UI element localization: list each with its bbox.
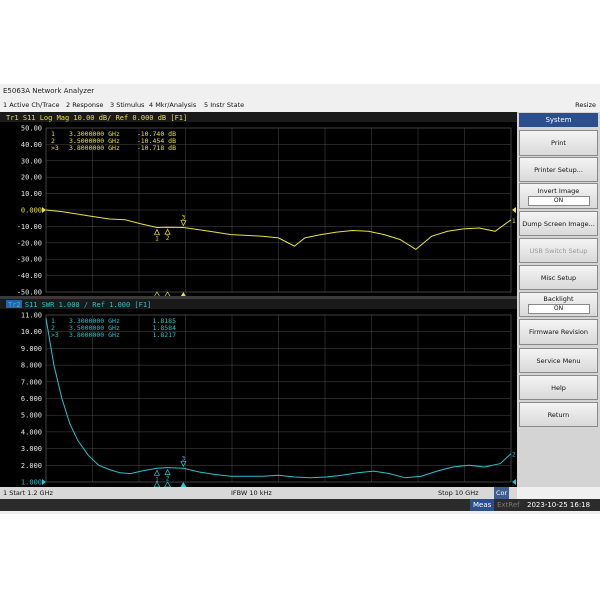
menu-response[interactable]: 2 Response [66,98,103,112]
softkey-label: Misc Setup [540,273,577,282]
menu-stimulus[interactable]: 3 Stimulus [110,98,144,112]
trace2-header: Tr2 S11 SWR 1.000 / Ref 1.000 [F1] [8,301,151,309]
softkey-invert-image[interactable]: Invert Image ON [519,183,598,209]
softkey-value: ON [527,304,590,314]
instrument-status-bar: Meas ExtRef 2023-10-25 16:18 [0,499,600,511]
trace1-y-tick-label: -30.00 [17,256,42,264]
trace1-y-tick-label: -40.00 [17,272,42,280]
trace1-y-tick-label: 30.00 [21,157,42,165]
ifbw-value[interactable]: IFBW 10 kHz [231,487,272,499]
menu-active-ch-trace[interactable]: 1 Active Ch/Trace [3,98,59,112]
softkey-help[interactable]: Help [519,375,598,400]
trace2-marker-row-label: >3 [51,331,59,339]
softkey-label: Dump Screen Image... [522,219,595,228]
pane-separator [0,296,517,299]
trace1-marker-row-freq: 3.8000000 GHz [69,144,120,152]
trace1-y-tick-label: 0.000 [21,207,42,215]
trace2-marker-1-icon[interactable] [153,469,161,476]
stop-frequency[interactable]: Stop 10 GHz [438,487,479,499]
trace1-y-tick-label: -20.00 [17,239,42,247]
trace1-marker-table: 1 3.3000000 GHz -10.740 dB2 3.5000000 GHz -1… [51,130,176,152]
softkey-label: Backlight [543,295,574,303]
softkey-label: Service Menu [536,356,581,365]
status-bar: 1 Start 1.2 GHz IFBW 10 kHz Stop 10 GHz … [0,487,517,499]
trace2-marker-row-freq: 3.8000000 GHz [69,331,120,339]
datetime: 2023-10-25 16:18 [527,501,591,509]
trace1-marker-2-icon[interactable] [164,228,171,235]
softkey-usb-switch-setup: USB Switch Setup [519,238,598,263]
softkey-printer-setup[interactable]: Printer Setup... [519,157,598,182]
trace1-marker-row-value: -10.718 dB [137,144,176,152]
softkey-value: ON [527,195,590,206]
meas-indicator: Meas [470,499,495,511]
menu-mkr-analysis[interactable]: 4 Mkr/Analysis [149,98,196,112]
softkey-return[interactable]: Return [519,402,598,427]
trace2-marker-table: 1 3.3000000 GHz 1.81852 3.5000000 GHz 1.8584… [51,317,176,339]
softkey-service-menu[interactable]: Service Menu [519,348,598,373]
softkey-panel: System Print Printer Setup... Invert Image… [517,112,600,487]
trace1-marker-2-label: 2 [166,235,170,242]
softkey-dump-screen-image[interactable]: Dump Screen Image... [519,211,598,236]
trace2-end-label: 2 [512,452,516,459]
trace2-marker-3-label: 3 [182,455,186,462]
analyzer-display: Tr1 S11 Log Mag 10.00 dB/ Ref 0.000 dB [… [0,112,517,487]
softkey-label: USB Switch Setup [529,246,588,255]
trace1-grid [45,127,512,293]
trace2-y-tick-label: 11.00 [21,312,42,320]
trace1-ref-arrow-left[interactable] [42,207,46,213]
softkey-misc-setup[interactable]: Misc Setup [519,265,598,290]
trace2-marker-row-value: 1.8217 [153,331,177,339]
softkey-header: System [519,113,598,127]
trace1-y-tick-label: 50.00 [21,125,42,133]
softkey-label: Firmware Revision [528,328,589,336]
trace1-marker-row-label: >3 [51,144,59,152]
trace2-ref-arrow-right[interactable] [512,479,516,485]
trace2-y-tick-label: 6.000 [21,395,42,403]
trace1-marker-1-label: 1 [155,236,159,243]
trace1-y-tick-label: 20.00 [21,174,42,182]
extref-indicator: ExtRef [497,501,520,509]
trace1-y-tick-label: 40.00 [21,141,42,149]
trace2-ref-arrow-left[interactable] [42,479,46,485]
trace2-y-tick-label: 3.000 [21,445,42,453]
trace1-y-tick-label: -50.00 [17,289,42,297]
resize-button[interactable]: Resize [575,98,596,112]
cor-badge: Cor [494,487,510,499]
trace1-header: Tr1 S11 Log Mag 10.00 dB/ Ref 0.000 dB [… [6,114,187,122]
softkey-label: Invert Image [537,186,580,195]
menu-instr-state[interactable]: 5 Instr State [204,98,244,112]
trace2-y-tick-label: 10.00 [21,328,42,336]
softkey-print[interactable]: Print [519,130,598,156]
trace2-y-tick-label: 9.000 [21,345,42,353]
trace2-marker-2-icon[interactable] [164,468,171,475]
trace2-y-tick-label: 5.000 [21,412,42,420]
app-window: E5063A Network Analyzer 1 Active Ch/Trac… [0,84,600,514]
menu-bar: 1 Active Ch/Trace 2 Response 3 Stimulus … [0,98,600,112]
trace2-y-tick-label: 2.000 [21,462,42,470]
trace2-y-tick-label: 4.000 [21,428,42,436]
trace1-marker-3-label: 3 [182,215,186,222]
trace1-end-label: 1 [512,218,516,225]
trace2-marker-2-label: 2 [166,476,170,483]
softkey-label: Print [551,139,566,147]
softkey-backlight[interactable]: Backlight ON [519,292,598,317]
trace-charts: Tr1 S11 Log Mag 10.00 dB/ Ref 0.000 dB [… [0,112,517,487]
softkey-label: Printer Setup... [534,165,583,174]
softkey-firmware-revision[interactable]: Firmware Revision [519,319,598,345]
trace2-grid [45,314,512,483]
trace1-y-tick-label: -10.00 [17,223,42,231]
trace1-y-tick-label: 10.00 [21,190,42,198]
softkey-label: Return [547,410,570,419]
window-title: E5063A Network Analyzer [3,87,95,95]
start-frequency[interactable]: 1 Start 1.2 GHz [3,487,53,499]
trace2-y-tick-label: 1.000 [21,479,42,487]
softkey-label: Help [551,383,566,392]
trace2-y-tick-label: 8.000 [21,362,42,370]
trace1-ref-arrow-right[interactable] [512,207,516,213]
trace1-marker-1-icon[interactable] [153,228,161,235]
trace2-y-tick-label: 7.000 [21,378,42,386]
